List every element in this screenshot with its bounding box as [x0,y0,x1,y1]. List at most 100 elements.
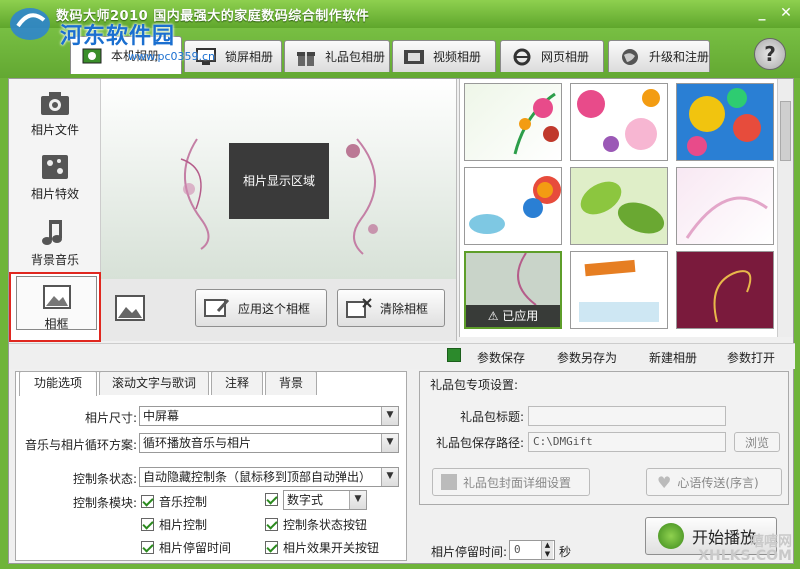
effect-toggle-button-checkbox[interactable]: 相片效果开关按钮 [265,539,379,556]
minimize-button[interactable]: _ [752,4,772,22]
left-sidebar: 相片文件 相片特效 背景音乐 相框 [9,79,101,342]
frame-thumbnail[interactable] [570,167,668,245]
frame-preview: 相片显示区域 [101,79,457,279]
film-icon [403,46,425,68]
scrollbar-thumb[interactable] [780,101,791,161]
close-button[interactable]: ✕ [776,4,796,22]
new-album-button[interactable]: 新建相册 [649,349,697,366]
watermark-text: XHLKS.COM [698,548,792,564]
photo-display-area: 相片显示区域 [229,143,329,219]
open-params-button[interactable]: 参数打开 [727,349,775,366]
select-value: 自动隐藏控制条（鼠标移到顶部自动弹出） [143,470,372,484]
frame-thumbnail-applied[interactable]: ⚠ 已应用 [464,251,562,329]
photo-control-checkbox[interactable]: 相片控制 [141,516,207,533]
tab-gift-album[interactable]: 礼品包相册 [284,40,390,72]
frame-thumbnail[interactable] [676,251,774,329]
button-label: 礼品包封面详细设置 [463,475,572,490]
checkbox[interactable] [265,541,278,554]
gift-icon [441,474,457,490]
checkbox-label: 相片效果开关按钮 [283,541,380,555]
heart-message-button[interactable]: ♥ 心语传送(序言) [646,468,782,496]
seconds-unit: 秒 [559,545,572,559]
frame-gallery: ⚠ 已应用 [459,79,777,337]
chevron-down-icon: ▼ [381,434,398,452]
frame-thumbnail[interactable] [676,83,774,161]
digit-style-checkbox[interactable] [265,493,283,506]
control-state-label: 控制条状态: [72,472,137,486]
gift-path-input[interactable]: C:\DMGift [528,432,726,452]
tab-label: 网页相册 [541,50,590,64]
control-state-button-checkbox[interactable]: 控制条状态按钮 [265,516,367,533]
sidebar-item-label: 相片特效 [30,187,79,201]
sidebar-item-frame[interactable]: 相框 [9,272,101,342]
tab-web-album[interactable]: 网页相册 [500,40,604,72]
sidebar-item-background-music[interactable]: 背景音乐 [9,213,101,275]
browse-button[interactable]: 浏览 [734,432,780,452]
frame-actions-bar: 应用这个相框 清除相框 [101,279,457,341]
bottom-watermark: 嘻嘻网 XHLKS.COM [698,535,792,563]
select-value: 循环播放音乐与相片 [143,436,252,450]
globe-icon [619,46,641,68]
heart-icon: ♥ [657,472,672,492]
clear-frame-icon [346,297,372,319]
gift-icon [295,46,317,68]
tab-label: 礼品包相册 [325,50,386,64]
gift-settings-panel: 礼品包专项设置: 礼品包标题: 礼品包保存路径: C:\DMGift 浏览 礼品… [419,371,789,505]
music-control-checkbox[interactable]: 音乐控制 [141,493,207,510]
clear-frame-button[interactable]: 清除相框 [337,289,445,327]
gift-path-label: 礼品包保存路径: [435,436,524,450]
checkbox[interactable] [141,541,154,554]
frame-thumbnail[interactable] [464,83,562,161]
select-value: 数字式 [287,493,324,507]
watermark-text: 河东软件园 [60,24,176,49]
image-icon [115,295,145,321]
checkbox-label: 相片停留时间 [159,541,232,555]
checkbox[interactable] [265,493,278,506]
select-value: 中屏幕 [143,409,180,423]
checkbox[interactable] [265,518,278,531]
help-button[interactable]: ? [754,38,786,70]
tab-scrolling-lyrics[interactable]: 滚动文字与歌词 [99,371,209,395]
frame-thumbnail[interactable] [570,83,668,161]
play-icon [658,523,684,549]
frame-thumbnail[interactable] [676,167,774,245]
photo-stay-time-checkbox[interactable]: 相片停留时间 [141,539,231,556]
button-label: 心语传送(序言) [677,475,759,490]
control-module-label: 控制条模块: [72,496,137,510]
checkbox[interactable] [141,518,154,531]
tab-video-album[interactable]: 视频相册 [392,40,496,72]
loop-select[interactable]: 循环播放音乐与相片 ▼ [139,433,399,453]
tab-upgrade-register[interactable]: 升级和注册 [608,40,710,72]
gallery-scrollbar[interactable] [777,79,793,337]
tab-label: 升级和注册 [649,50,710,64]
sidebar-item-photo-effects[interactable]: 相片特效 [9,147,101,209]
applied-badge: ⚠ 已应用 [466,305,560,327]
gift-name-input[interactable] [528,406,726,426]
digit-style-select[interactable]: 数字式 ▼ [283,490,367,510]
photo-stay-time-label: 相片停留时间: [430,545,507,559]
apply-frame-button[interactable]: 应用这个相框 [195,289,327,327]
sidebar-item-photo-files[interactable]: 相片文件 [9,83,101,145]
save-params-as-button[interactable]: 参数另存为 [557,349,617,366]
checkbox-label: 控制条状态按钮 [283,518,368,532]
chevron-down-icon: ▼ [381,407,398,425]
gift-cover-settings-button[interactable]: 礼品包封面详细设置 [432,468,590,496]
button-label: 应用这个相框 [238,301,311,316]
checkbox[interactable] [141,495,154,508]
ie-icon [511,46,533,68]
app-logo-icon [10,8,50,40]
save-params-button[interactable]: 参数保存 [477,349,525,366]
tab-background[interactable]: 背景 [265,371,317,395]
tab-notes[interactable]: 注释 [211,371,263,395]
control-state-select[interactable]: 自动隐藏控制条（鼠标移到顶部自动弹出） ▼ [139,467,399,487]
gift-settings-title: 礼品包专项设置: [430,378,519,392]
frame-thumbnail[interactable] [464,167,562,245]
photo-size-label: 相片尺寸: [84,411,137,425]
frame-icon [41,283,73,311]
spin-arrows-icon[interactable]: ▲ ▼ [541,541,553,559]
save-icon [447,348,461,362]
tab-function-options[interactable]: 功能选项 [19,371,97,396]
photo-size-select[interactable]: 中屏幕 ▼ [139,406,399,426]
frame-thumbnail[interactable] [570,251,668,329]
effects-icon [39,153,71,181]
